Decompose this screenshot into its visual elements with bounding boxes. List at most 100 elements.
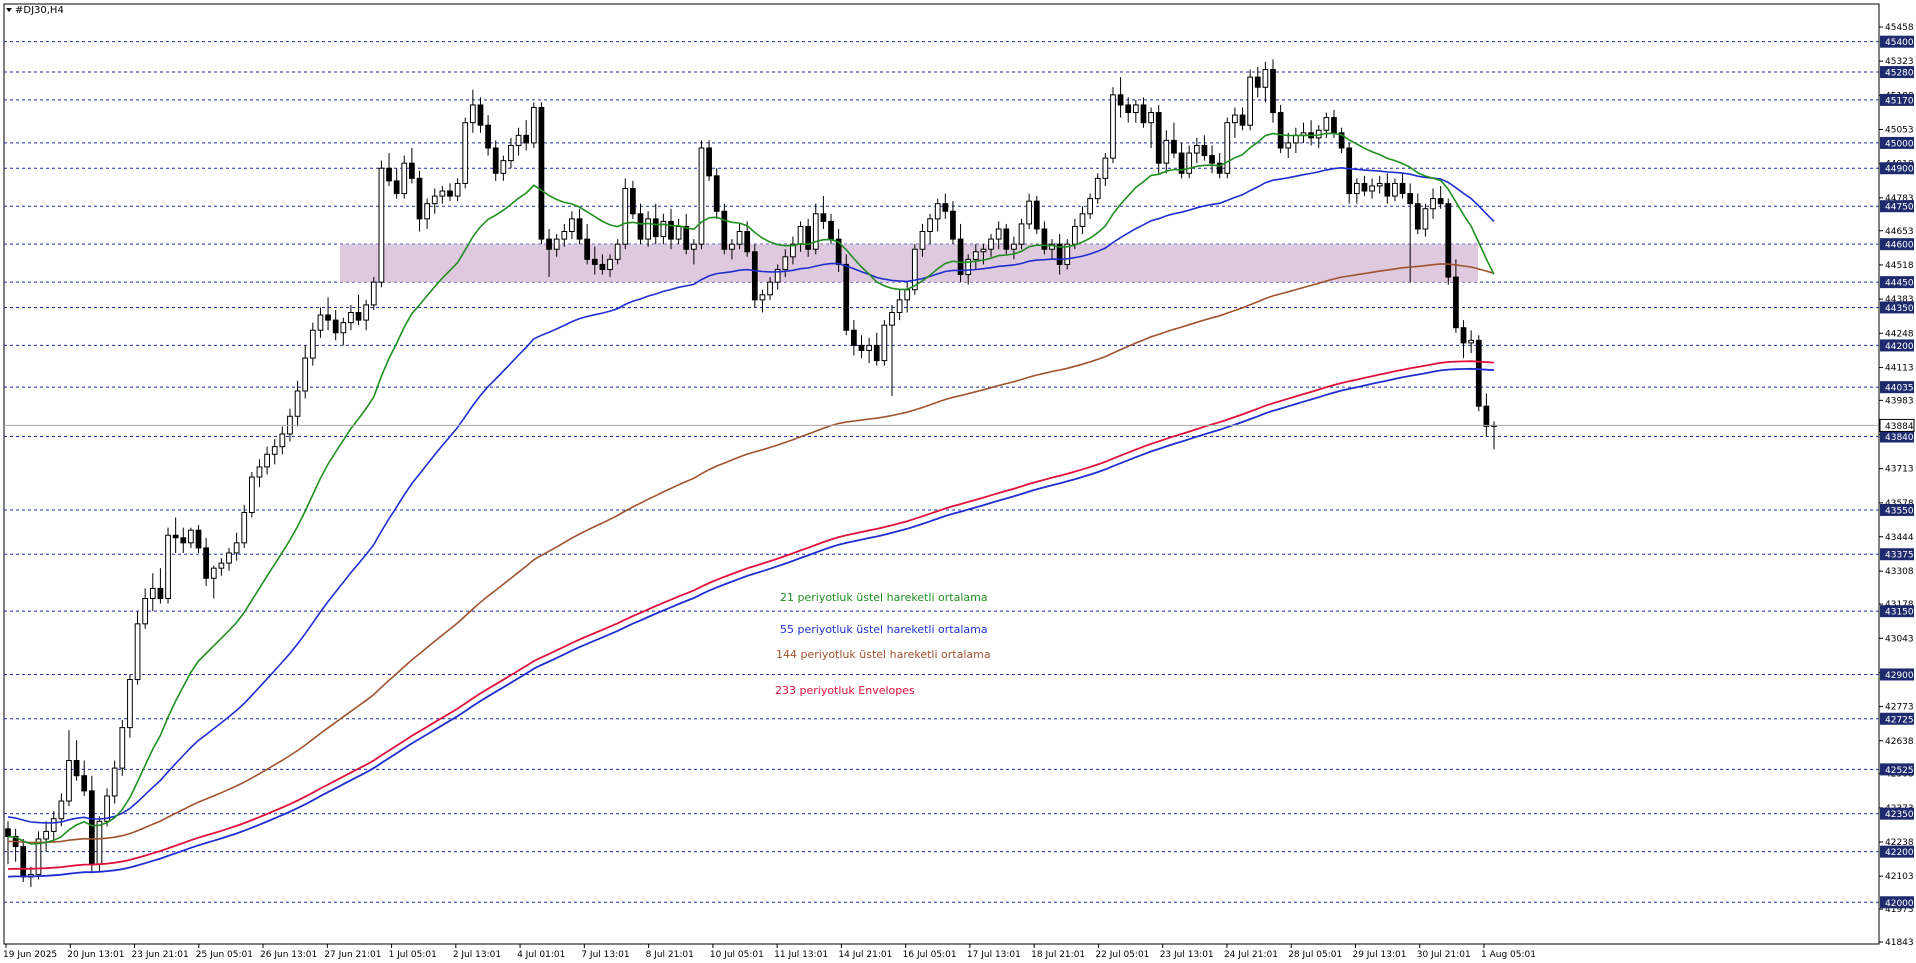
candle-body-bear	[172, 534, 179, 539]
candle-body-bear	[5, 828, 11, 837]
candle-body-bull	[279, 433, 286, 448]
candle-body-bear	[416, 177, 423, 220]
price-level-badge-label: 44200	[1885, 342, 1914, 352]
x-tick-label: 18 Jul 21:01	[1031, 950, 1085, 960]
candle-body-bull	[866, 344, 872, 351]
y-tick-label: 42638	[1885, 737, 1914, 747]
y-tick-label: 42103	[1885, 872, 1914, 882]
candle-body-bear	[546, 238, 552, 250]
candle-body-bear	[1460, 327, 1467, 344]
candle-body-bull	[119, 727, 126, 769]
price-level-badge-label: 45400	[1885, 38, 1914, 48]
candle-body-bear	[355, 312, 362, 321]
candle	[462, 117, 469, 189]
candle-body-bull	[142, 598, 149, 625]
candle-body-bull	[988, 238, 994, 250]
x-tick-label: 4 Jul 01:01	[517, 950, 565, 960]
candle-body-bear	[88, 790, 95, 865]
candle-body-bear	[409, 162, 415, 179]
y-tick-label: 41843	[1885, 938, 1914, 948]
candle-body-bull	[165, 534, 171, 600]
candle	[1224, 117, 1231, 179]
candle-body-bear	[851, 329, 857, 346]
candle-body-bear	[538, 106, 545, 240]
x-tick-label: 25 Jun 05:01	[196, 950, 253, 960]
price-level-badge-label: 43375	[1885, 551, 1914, 561]
candle-body-bear	[393, 180, 400, 195]
candle-body-bull	[1163, 139, 1170, 164]
candle-body-bear	[950, 210, 956, 240]
candle-body-bull	[782, 256, 789, 270]
time-axis: 19 Jun 2025 20 Jun 13:01 23 Jun 21:01 25 Ju…	[3, 944, 1536, 960]
candle-body-bear	[957, 238, 964, 276]
candle-body-bull	[675, 225, 682, 240]
legend-entry: 55 periyotluk üstel hareketli ortalama	[780, 623, 988, 636]
candle-body-bull	[622, 187, 629, 245]
candle-body-bull	[1323, 117, 1330, 131]
candle-body-bull	[309, 329, 316, 359]
candle-body-bear	[485, 124, 491, 149]
candle-body-bull	[896, 299, 903, 314]
candle-body-bear	[873, 344, 880, 362]
price-level-badge-label: 43150	[1885, 608, 1914, 618]
candle-body-bear	[1033, 200, 1040, 230]
candle-body-bull	[919, 231, 926, 250]
candle	[1277, 104, 1284, 154]
candle-body-bear	[652, 218, 659, 238]
candle-body-bear	[1270, 69, 1276, 114]
x-tick-label: 26 Jun 13:01	[260, 950, 317, 960]
x-tick-label: 24 Jul 21:01	[1224, 950, 1278, 960]
candle-body-bull	[553, 238, 560, 250]
candle-body-bear	[942, 203, 949, 212]
candle-body-bull	[614, 243, 621, 260]
candle-body-bear	[820, 213, 827, 222]
candle-body-bear	[1475, 339, 1482, 407]
candle-body-bear	[637, 213, 644, 240]
candle-body-bull	[759, 294, 766, 301]
candle-body-bull	[1262, 69, 1269, 88]
current-price-badge-label: 43884	[1885, 422, 1914, 432]
candle-body-bull	[1247, 76, 1254, 126]
candle-body-bear	[630, 187, 636, 215]
price-level-badge-label: 42725	[1885, 715, 1914, 725]
candle-body-bull	[1011, 243, 1017, 250]
y-tick-label: 45323	[1885, 57, 1914, 67]
candle-body-bear	[523, 134, 530, 144]
candle-body-bear	[447, 190, 453, 197]
candle-body-bear	[1201, 144, 1208, 157]
candle	[1247, 69, 1254, 131]
candle-body-bull	[469, 104, 476, 124]
candle	[119, 720, 126, 776]
candle-body-bull	[439, 190, 446, 197]
candle	[378, 160, 385, 288]
candle-body-bull	[1132, 104, 1139, 114]
candle-body-bear	[576, 218, 583, 240]
candle-body-bull	[1079, 213, 1086, 227]
candle-body-bull	[698, 147, 705, 245]
candle-body-bull	[241, 511, 248, 544]
price-axis: 4545845323451884505344918447834465344518…	[1879, 23, 1915, 948]
candle	[1155, 104, 1162, 174]
candle-body-bull	[256, 466, 263, 478]
candle-body-bear	[157, 587, 164, 600]
legend-entry: 21 periyotluk üstel hareketli ortalama	[780, 591, 988, 604]
candle-body-bull	[889, 312, 895, 326]
candle-body-bull	[1102, 157, 1109, 179]
candle-body-bull	[1422, 208, 1429, 230]
candle-body-bull	[1392, 182, 1398, 197]
candle-body-bear	[332, 319, 339, 334]
price-chart[interactable]: 4545845323451884505344918447834465344518…	[0, 0, 1916, 963]
candle-body-bull	[995, 228, 1002, 240]
candle-body-bear	[591, 258, 598, 265]
candle-body-bear	[1445, 203, 1452, 278]
candle	[248, 471, 255, 518]
candle-body-bear	[683, 225, 690, 250]
candle	[1110, 87, 1116, 164]
symbol-header[interactable]: #DJ30,H4	[6, 5, 64, 16]
candle-body-bull	[50, 818, 57, 832]
candle-body-bull	[363, 304, 370, 321]
candle-body-bull	[58, 800, 65, 820]
price-level-badge-label: 44750	[1885, 203, 1914, 213]
candle-body-bear	[325, 314, 331, 321]
candle-body-bull	[690, 243, 697, 250]
